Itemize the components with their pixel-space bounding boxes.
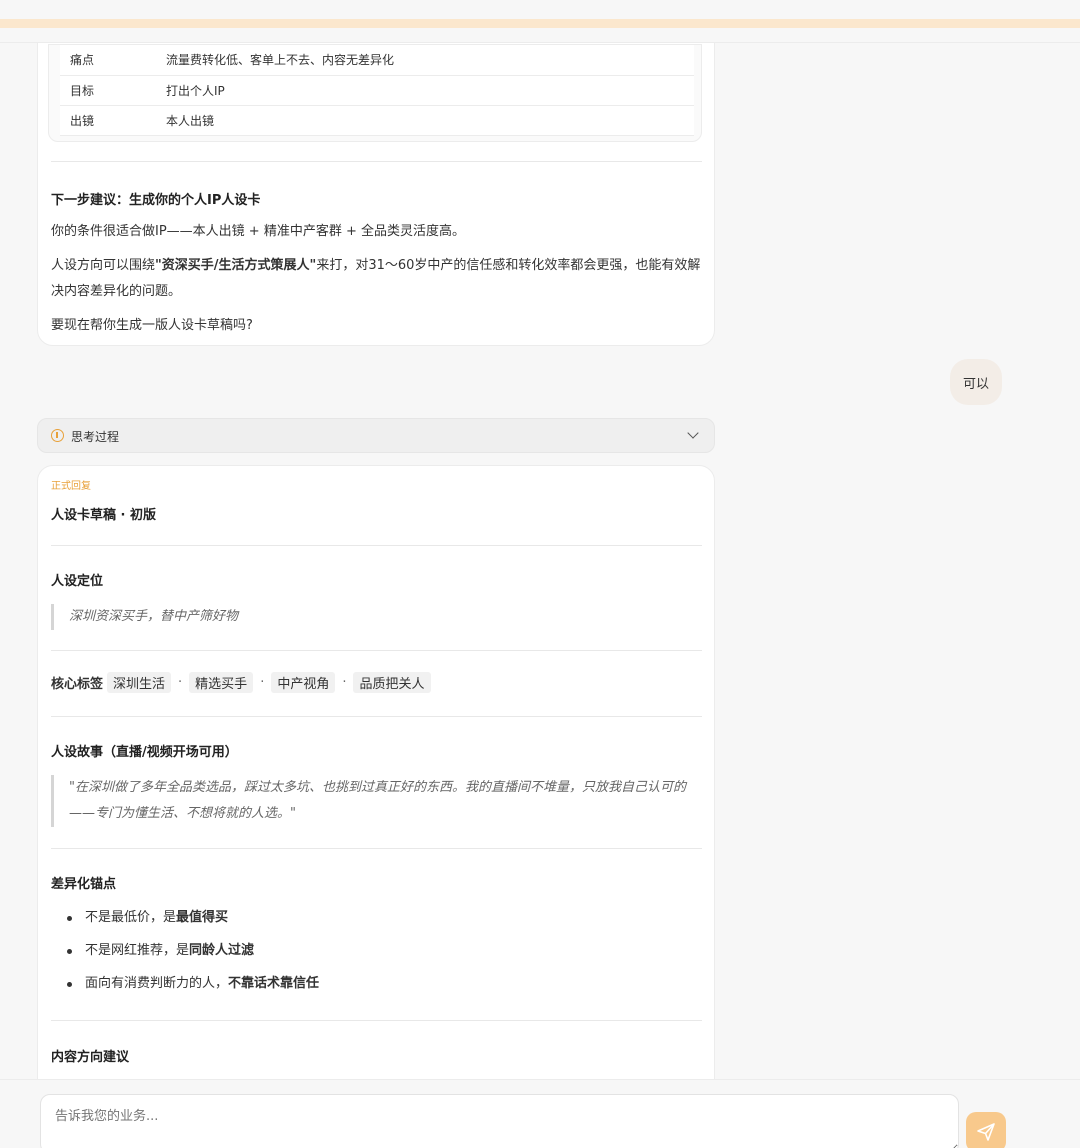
paragraph-emphasis: "资深买手/生活方式策展人"	[155, 258, 317, 273]
list-item: 不是网红推荐，是同龄人过滤	[66, 940, 319, 973]
table-key: 痛点	[60, 45, 156, 76]
thinking-process-toggle[interactable]: 思考过程	[37, 418, 715, 453]
core-tags: 核心标签 深圳生活 · 精选买手 · 中产视角 · 品质把关人	[51, 672, 435, 693]
tag-separator: ·	[342, 675, 347, 690]
chat-scroll-area[interactable]: 痛点 流量费转化低、客单上不去、内容无差异化 目标 打出个人IP 出镜 本人出镜…	[0, 43, 1080, 1079]
item-text: 不是网红推荐，是	[85, 943, 190, 958]
tag-chip: 精选买手	[189, 672, 254, 693]
divider	[51, 716, 702, 717]
tag-separator: ·	[260, 675, 265, 690]
assistant-message-2: 正式回复 人设卡草稿 · 初版 人设定位 深圳资深买手，替中产筛好物 核心标签 …	[37, 465, 715, 1079]
table-row: 痛点 流量费转化低、客单上不去、内容无差异化	[60, 45, 694, 76]
tag-separator: ·	[178, 675, 183, 690]
table-row: 出镜 本人出镜	[60, 105, 694, 136]
paragraph-text: 人设方向可以围绕	[51, 258, 156, 273]
divider	[51, 545, 702, 546]
profile-table: 痛点 流量费转化低、客单上不去、内容无差异化 目标 打出个人IP 出镜 本人出镜	[60, 45, 694, 136]
thinking-label: 思考过程	[71, 430, 120, 444]
top-accent-stripe	[0, 19, 1080, 28]
table-key: 目标	[60, 75, 156, 106]
persona-card-title: 人设卡草稿 · 初版	[51, 508, 156, 523]
tag-chip: 中产视角	[271, 672, 336, 693]
section-heading: 人设故事（直播/视频开场可用）	[51, 745, 238, 760]
top-bar	[0, 0, 1080, 43]
item-text: 不是最低价，是	[85, 910, 177, 925]
reply-tag: 正式回复	[51, 481, 91, 492]
divider	[51, 650, 702, 651]
divider	[51, 161, 702, 162]
table-key: 出镜	[60, 105, 156, 136]
send-button[interactable]	[966, 1112, 1006, 1148]
divider	[51, 848, 702, 849]
info-circle-icon	[51, 429, 64, 442]
profile-table-container: 痛点 流量费转化低、客单上不去、内容无差异化 目标 打出个人IP 出镜 本人出镜	[48, 44, 702, 142]
divider	[51, 1020, 702, 1021]
tag-chip: 品质把关人	[353, 672, 431, 693]
section-heading: 内容方向建议	[51, 1050, 130, 1065]
paragraph: 人设方向可以围绕"资深买手/生活方式策展人"来打，对31～60岁中产的信任感和转…	[51, 253, 703, 305]
table-value: 打出个人IP	[156, 75, 694, 106]
list-item: 不是最低价，是最值得买	[66, 907, 319, 940]
table-value: 本人出镜	[156, 105, 694, 136]
next-step-heading: 下一步建议：生成你的个人IP人设卡	[51, 193, 261, 208]
section-heading: 人设定位	[51, 574, 104, 589]
tags-label: 核心标签	[51, 677, 104, 692]
tag-chip: 深圳生活	[107, 672, 172, 693]
assistant-message-1: 痛点 流量费转化低、客单上不去、内容无差异化 目标 打出个人IP 出镜 本人出镜…	[37, 43, 715, 346]
paragraph: 你的条件很适合做IP——本人出镜 + 精准中产客群 + 全品类灵活度高。	[51, 224, 465, 239]
item-emphasis: 不靠话术靠信任	[228, 976, 320, 991]
differentiation-list: 不是最低价，是最值得买 不是网红推荐，是同龄人过滤 面向有消费判断力的人，不靠话…	[66, 907, 320, 1006]
section-heading: 差异化锚点	[51, 877, 117, 892]
story-quote: "在深圳做了多年全品类选品，踩过太多坑、也挑到过真正好的东西。我的直播间不堆量，…	[51, 775, 702, 827]
chevron-down-icon[interactable]	[687, 427, 699, 439]
item-text: 面向有消费判断力的人，	[85, 976, 229, 991]
table-row: 目标 打出个人IP	[60, 75, 694, 106]
positioning-quote: 深圳资深买手，替中产筛好物	[51, 604, 702, 630]
composer-bar	[0, 1079, 1080, 1148]
item-emphasis: 最值得买	[176, 910, 229, 925]
message-input[interactable]	[40, 1094, 959, 1148]
list-item: 面向有消费判断力的人，不靠话术靠信任	[66, 973, 320, 1006]
send-icon	[977, 1123, 995, 1141]
user-message-bubble: 可以	[950, 359, 1002, 405]
paragraph: 要现在帮你生成一版人设卡草稿吗?	[51, 318, 253, 333]
table-value: 流量费转化低、客单上不去、内容无差异化	[156, 45, 694, 76]
item-emphasis: 同龄人过滤	[189, 943, 255, 958]
